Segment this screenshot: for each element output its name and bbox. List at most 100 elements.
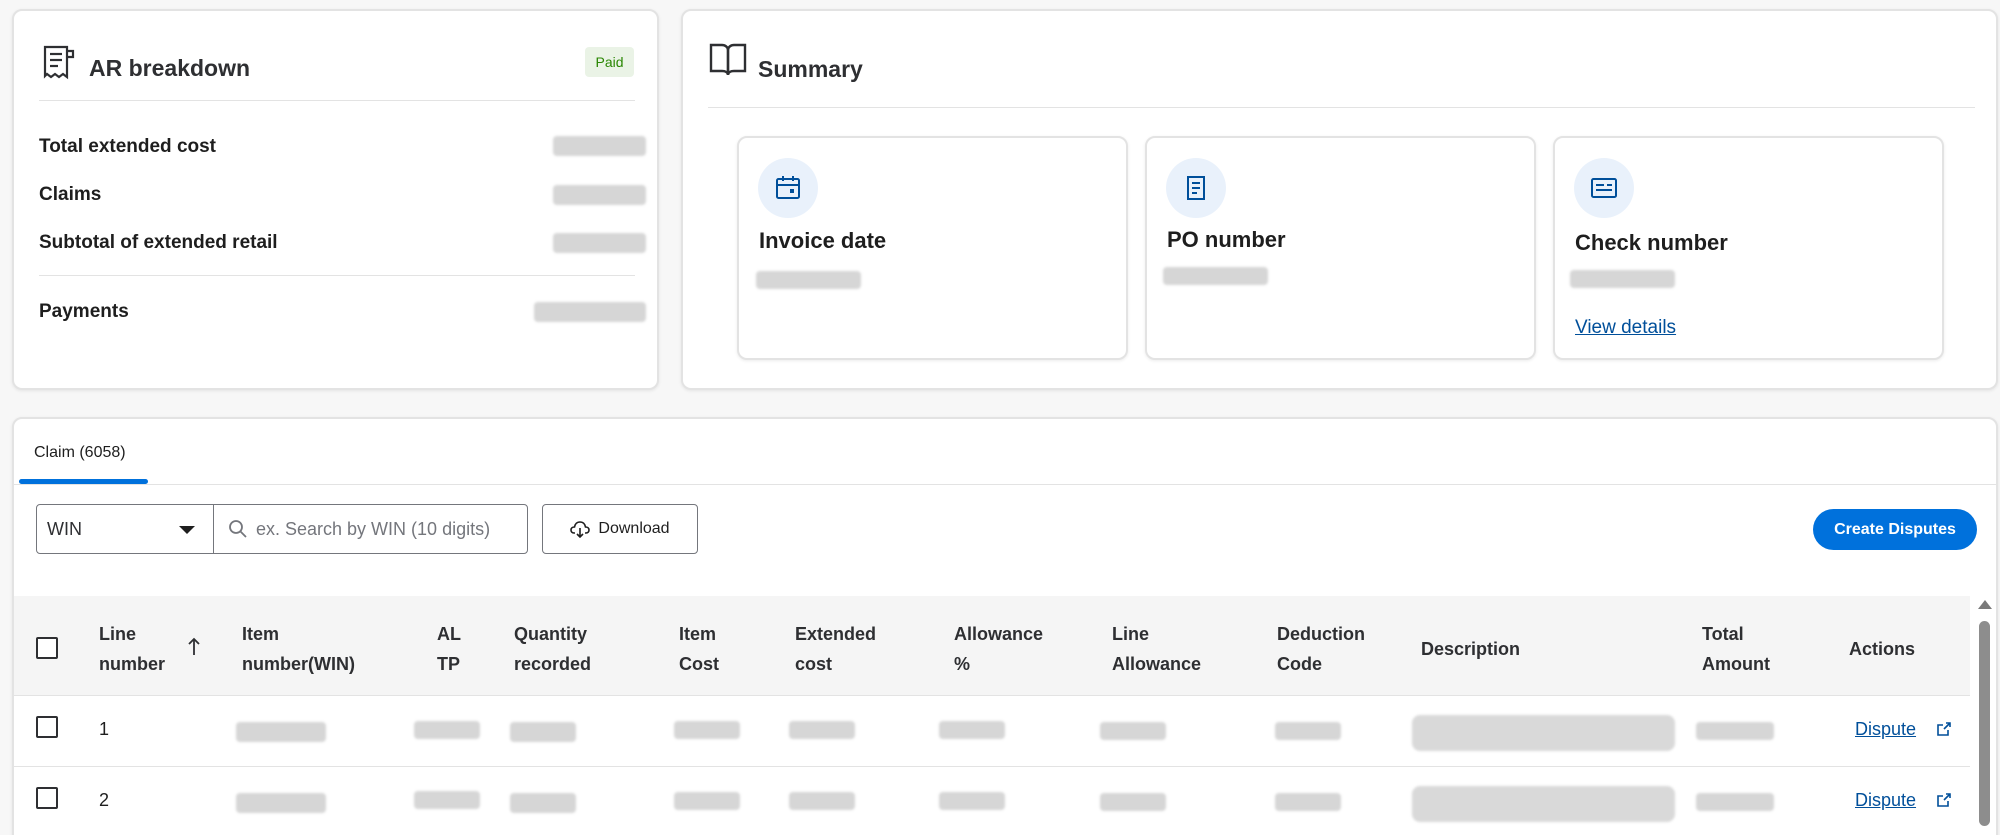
scrollbar-thumb[interactable] xyxy=(1979,621,1990,826)
filter-select[interactable]: WIN xyxy=(36,504,214,554)
column-header-text: Total xyxy=(1702,624,1744,644)
divider xyxy=(14,484,1996,485)
table-scrollbar[interactable] xyxy=(1976,596,1992,835)
total-extended-cost-label: Total extended cost xyxy=(39,136,217,157)
column-header-text: Actions xyxy=(1849,639,1916,659)
column-header-deduction-code: Deduction Code xyxy=(1277,619,1365,679)
item-cost-cell xyxy=(674,721,740,739)
select-all-checkbox[interactable] xyxy=(36,637,58,659)
column-header-text: cost xyxy=(795,654,833,674)
sort-ascending-icon[interactable] xyxy=(187,637,201,657)
search-input[interactable] xyxy=(256,515,518,543)
summary-title: Summary xyxy=(758,56,863,82)
column-header-text: Cost xyxy=(679,654,719,674)
invoice-date-tile: Invoice date xyxy=(737,136,1128,360)
subtotal-extended-retail-label: Subtotal of extended retail xyxy=(39,232,278,253)
line-allowance-cell xyxy=(1100,793,1166,811)
check-icon-circle xyxy=(1574,158,1634,218)
po-number-label: PO number xyxy=(1167,227,1286,252)
column-header-text: Line xyxy=(1112,624,1150,644)
deduction-code-cell xyxy=(1275,722,1341,740)
create-disputes-button[interactable]: Create Disputes xyxy=(1813,509,1977,550)
receipt-icon xyxy=(43,45,75,80)
column-header-text: Allowance xyxy=(1112,654,1202,674)
total-extended-cost-value xyxy=(553,136,646,156)
invoice-date-value xyxy=(756,271,861,289)
status-badge: Paid xyxy=(585,47,634,77)
deduction-code-cell xyxy=(1275,793,1341,811)
column-header-actions: Actions xyxy=(1849,634,1915,664)
calendar-icon-circle xyxy=(758,158,818,218)
external-link-icon[interactable] xyxy=(1936,721,1952,737)
column-header-text: Extended xyxy=(795,624,877,644)
document-icon-circle xyxy=(1166,158,1226,218)
book-icon xyxy=(709,43,747,76)
claims-card: Claim (6058) WIN Download Create Dispute… xyxy=(12,417,1998,835)
column-header-text: Line xyxy=(99,624,137,644)
divider xyxy=(39,275,635,276)
allowance-percent-cell xyxy=(939,721,1005,739)
column-header-text: Description xyxy=(1421,639,1521,659)
column-header-text: number xyxy=(99,654,166,674)
column-header-line-allowance: Line Allowance xyxy=(1112,619,1201,679)
subtotal-extended-retail-value xyxy=(553,233,646,253)
view-details-link[interactable]: View details xyxy=(1575,317,1676,339)
altp-cell xyxy=(414,791,480,809)
line-allowance-cell xyxy=(1100,722,1166,740)
column-header-extended-cost: Extended cost xyxy=(795,619,876,679)
altp-cell xyxy=(414,721,480,739)
column-header-description: Description xyxy=(1421,634,1520,664)
column-header-text: Item xyxy=(242,624,280,644)
quantity-recorded-cell xyxy=(510,793,576,813)
column-header-text: Allowance xyxy=(954,624,1044,644)
column-header-text: recorded xyxy=(514,654,592,674)
claims-label: Claims xyxy=(39,184,102,205)
dispute-link[interactable]: Dispute xyxy=(1855,719,1916,740)
caret-down-icon xyxy=(179,526,195,534)
row-divider xyxy=(14,766,1970,767)
row-checkbox[interactable] xyxy=(36,787,58,809)
item-cost-cell xyxy=(674,792,740,810)
column-header-total-amount: Total Amount xyxy=(1702,619,1770,679)
line-number-cell: 1 xyxy=(99,719,110,739)
column-header-text: Amount xyxy=(1702,654,1770,674)
column-header-text: AL xyxy=(437,624,461,644)
check-number-value xyxy=(1570,270,1675,288)
search-icon xyxy=(229,520,247,538)
total-amount-cell xyxy=(1696,722,1774,740)
column-header-text: Deduction xyxy=(1277,624,1365,644)
tab-claim[interactable]: Claim (6058) xyxy=(34,444,126,462)
scroll-up-arrow-icon[interactable] xyxy=(1978,600,1992,609)
column-header-altp: AL TP xyxy=(437,619,461,679)
column-header-line-number[interactable]: Line number xyxy=(99,619,165,679)
external-link-icon[interactable] xyxy=(1936,792,1952,808)
download-button[interactable]: Download xyxy=(542,504,698,554)
quantity-recorded-cell xyxy=(510,722,576,742)
column-header-quantity-recorded: Quantity recorded xyxy=(514,619,591,679)
description-cell xyxy=(1412,715,1675,751)
line-number-cell: 2 xyxy=(99,790,110,810)
divider xyxy=(39,100,635,101)
column-header-text: Quantity xyxy=(514,624,588,644)
column-header-item-cost: Item Cost xyxy=(679,619,719,679)
allowance-percent-cell xyxy=(939,792,1005,810)
check-icon xyxy=(1591,178,1617,198)
calendar-icon xyxy=(776,176,800,199)
search-field[interactable] xyxy=(213,504,528,554)
document-icon xyxy=(1187,176,1205,200)
po-number-value xyxy=(1163,267,1268,285)
total-amount-cell xyxy=(1696,793,1774,811)
row-checkbox[interactable] xyxy=(36,716,58,738)
description-cell xyxy=(1412,786,1675,822)
extended-cost-cell xyxy=(789,721,855,739)
payments-value xyxy=(534,302,646,322)
dispute-link[interactable]: Dispute xyxy=(1855,790,1916,811)
column-header-text: Item xyxy=(679,624,717,644)
po-number-tile: PO number xyxy=(1145,136,1536,360)
claims-value xyxy=(553,185,646,205)
invoice-date-label: Invoice date xyxy=(759,228,887,253)
divider xyxy=(708,107,1975,108)
column-header-text: Code xyxy=(1277,654,1322,674)
item-number-cell xyxy=(236,793,326,813)
ar-breakdown-card: AR breakdown Paid Total extended cost Cl… xyxy=(12,9,659,390)
